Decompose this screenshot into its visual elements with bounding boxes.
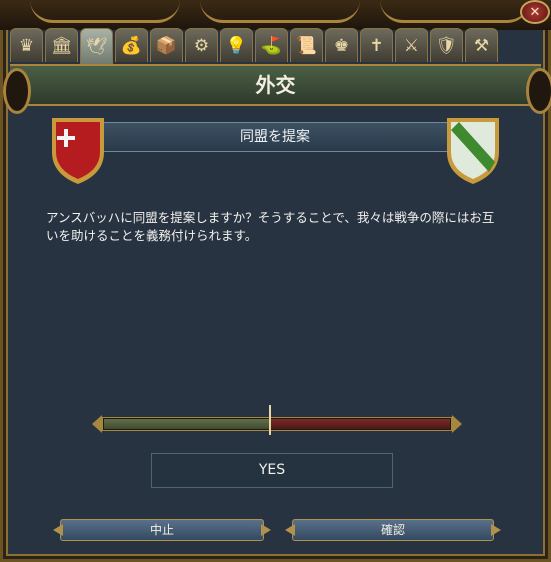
window-title: 外交 <box>255 73 296 97</box>
bar-endcap-right-icon <box>452 415 462 433</box>
decisions-icon: 📜 <box>295 35 318 56</box>
tab-crown[interactable]: ♛ <box>10 28 43 62</box>
options-icon: ⚒ <box>473 35 490 56</box>
acceptance-track <box>102 417 452 431</box>
religion-icon: ✝ <box>369 35 384 56</box>
acceptance-marker-icon <box>269 405 271 435</box>
diplomacy-dove-icon: 🕊 <box>85 36 108 57</box>
missions-icon: ⛳ <box>260 35 283 56</box>
confirm-button[interactable]: 確認 <box>292 519 494 541</box>
tab-missions[interactable]: ⛳ <box>255 28 288 62</box>
tab-production[interactable]: ⚙ <box>185 28 218 62</box>
proposal-description: アンスバッハに同盟を提案しますか？そうすることで、我々は戦争の際にはお互いを助け… <box>46 210 495 243</box>
close-icon: ✕ <box>529 4 541 20</box>
proposal-header: 同盟を提案 <box>95 122 455 152</box>
tab-trade[interactable]: 📦 <box>150 28 183 62</box>
scroll-ornament-right-icon <box>526 68 551 114</box>
tab-diplomacy-dove[interactable]: 🕊 <box>80 28 113 64</box>
target-country-shield-icon <box>447 118 499 184</box>
tab-decisions[interactable]: 📜 <box>290 28 323 62</box>
acceptance-result: YES <box>151 453 393 488</box>
tab-subjects[interactable]: 🛡 <box>430 28 463 62</box>
diplomacy-window: ✕ ♛ 🏛 🕊 💰 📦 ⚙ 💡 ⛳ 📜 ♚ ✝ ⚔ 🛡 ⚒ 外交 同盟を提案 アンスバッハに同盟を提案しま… <box>0 0 551 562</box>
crown-icon: ♛ <box>18 35 35 56</box>
economy-icon: 💰 <box>120 35 143 56</box>
trade-icon: 📦 <box>155 35 178 56</box>
title-bar: 外交 <box>10 64 541 106</box>
top-ornament <box>0 0 551 30</box>
scroll-ornament-left-icon <box>3 68 31 114</box>
acceptance-bar <box>92 405 462 435</box>
tab-options[interactable]: ⚒ <box>465 28 498 62</box>
close-button[interactable]: ✕ <box>520 0 550 24</box>
tab-estates[interactable]: ♚ <box>325 28 358 62</box>
tab-economy[interactable]: 💰 <box>115 28 148 62</box>
acceptance-positive <box>104 419 271 429</box>
own-country-shield-icon <box>52 118 104 184</box>
subjects-icon: 🛡 <box>435 35 458 56</box>
ornament-right <box>380 0 530 23</box>
tab-religion[interactable]: ✝ <box>360 28 393 62</box>
tab-ideas[interactable]: 💡 <box>220 28 253 62</box>
cancel-button[interactable]: 中止 <box>60 519 264 541</box>
acceptance-negative <box>271 419 450 429</box>
government-icon: 🏛 <box>50 35 73 56</box>
proposal-heading: 同盟を提案 <box>240 129 310 145</box>
estates-icon: ♚ <box>333 35 350 56</box>
tab-military[interactable]: ⚔ <box>395 28 428 62</box>
ideas-icon: 💡 <box>225 35 248 56</box>
bar-endcap-left-icon <box>92 415 102 433</box>
tab-bar: ♛ 🏛 🕊 💰 📦 ⚙ 💡 ⛳ 📜 ♚ ✝ ⚔ 🛡 ⚒ <box>10 28 541 64</box>
military-icon: ⚔ <box>403 35 420 56</box>
ornament-center <box>200 0 360 23</box>
ornament-left <box>30 0 180 23</box>
tab-government[interactable]: 🏛 <box>45 28 78 62</box>
production-icon: ⚙ <box>193 35 210 56</box>
